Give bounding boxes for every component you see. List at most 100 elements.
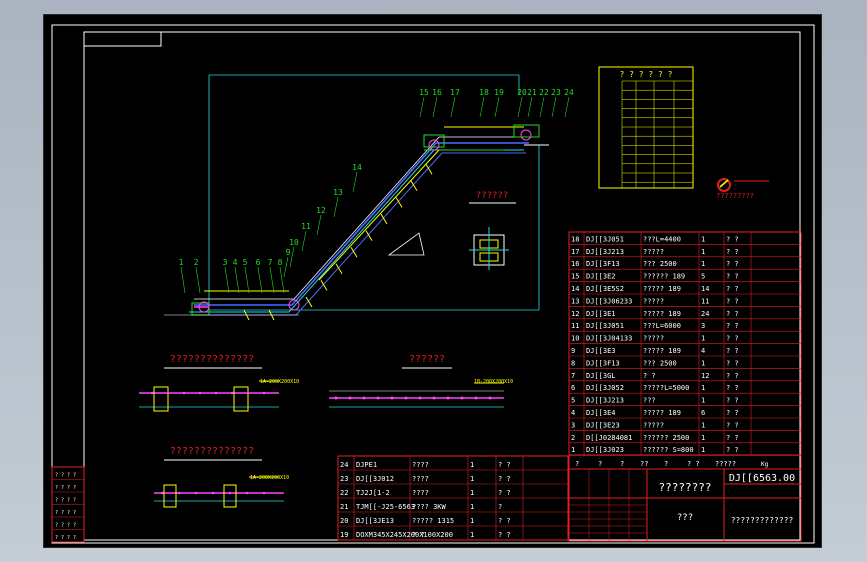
callout-leader — [244, 266, 250, 294]
parameter-table-title: ? ? ? ? ? ? — [620, 70, 673, 79]
parts-right-cell: ? ? — [726, 359, 739, 367]
callout-16: 16 — [432, 88, 442, 97]
section-note-1: 1A-200X200X10 — [260, 379, 299, 385]
bolt-dot — [376, 396, 380, 400]
parts-right-cell: ? ? — [726, 409, 739, 417]
callout-9: 9 — [286, 248, 291, 257]
small-block-cell: ? ? ? ? — [55, 510, 76, 516]
parts-right-cell: 1 — [701, 434, 705, 442]
bolt-dot — [160, 491, 164, 495]
section-sketch-3: 1A-200X200X10 — [154, 475, 289, 508]
parts-right-cell: 3 — [571, 421, 575, 429]
parts-right-cell: ? ? — [726, 297, 739, 305]
parts-left-cell: ? ? — [498, 517, 511, 525]
callout-15: 15 — [419, 88, 429, 97]
parts-right-cell: ????? — [643, 421, 664, 429]
bolt-dot — [404, 396, 408, 400]
parts-right-cell: DJ[[3E4 — [586, 409, 616, 417]
bolt-dot — [228, 491, 232, 495]
parts-left-cell: ???? — [412, 489, 429, 497]
parts-right-cell: ???L=4400 — [643, 235, 681, 243]
callout-leader — [551, 96, 557, 118]
section-sketch-1: 1A-200X200X10 — [139, 379, 299, 412]
bolt-dot — [262, 491, 266, 495]
title-header-cell: ????? — [715, 460, 736, 468]
parts-right-cell: ? ? — [726, 248, 739, 256]
callout-leader — [539, 96, 545, 118]
bolt-dot — [432, 396, 436, 400]
parts-right-cell: 14 — [701, 285, 709, 293]
parts-right-cell: 24 — [701, 310, 709, 318]
parts-left-cell: 19 — [340, 531, 348, 539]
small-block-cell: ? ? ? ? — [55, 473, 76, 479]
bottom-view-title: ?????????????? — [170, 446, 254, 457]
parts-right-cell: DJ[[3J213 — [586, 248, 624, 256]
parts-left-cell: DOXM345X245X200X100X200 — [356, 531, 453, 539]
section-sketch-2: 1B-200X200X10 — [329, 379, 513, 408]
parts-right-cell: 11 — [571, 322, 579, 330]
parts-right-cell: ????? 189 — [643, 310, 681, 318]
parts-left-cell: 1 — [470, 475, 474, 483]
parts-right-cell: ????? — [643, 297, 664, 305]
parts-left-cell: ? ? — [498, 531, 511, 539]
small-revision-block: ? ? ? ? ? ? ? ? ? ? ? ? ? ? ? ? ? ? ? ? ? ? ?… — [51, 466, 85, 543]
parts-right-cell: 4 — [701, 347, 705, 355]
callout-5: 5 — [243, 258, 248, 267]
title-block: ???????? DJ[[6563.00 ??? ????????????? K… — [568, 454, 802, 542]
parts-right-cell: ? ? — [726, 310, 739, 318]
parts-list-left: 24 DJPE1???? 1 ? ? 23 DJ[[3J012???? 1 ? ? 22 TJ2J… — [337, 455, 569, 541]
parts-right-cell: 18 — [571, 235, 579, 243]
bolt-dot — [182, 391, 186, 395]
callout-13: 13 — [333, 188, 343, 197]
parts-right-cell: DJ[[3J051 — [586, 322, 624, 330]
callout-leader — [316, 214, 322, 236]
callout-20: 20 — [517, 88, 527, 97]
callout-18: 18 — [479, 88, 489, 97]
parts-right-cell: 11 — [701, 297, 709, 305]
callout-leader — [269, 266, 275, 294]
parts-right-cell: D[[J0284081 — [586, 434, 632, 442]
parts-right-cell: DJ[[3J052 — [586, 384, 624, 392]
callout-leader — [494, 96, 500, 118]
parts-right-cell: ????? — [643, 248, 664, 256]
bolt-dot — [418, 396, 422, 400]
parameter-table: ? ? ? ? ? ? — [598, 66, 694, 189]
parts-right-cell: ? ? — [726, 421, 739, 429]
cad-viewport[interactable]: ? ? ? ?? ? ? ?? ? ? ?? ? ? ?? ? ? ?? ? ?… — [43, 14, 822, 548]
bolt-dot — [446, 396, 450, 400]
parts-left-cell: 23 — [340, 475, 348, 483]
section-a-title: ?????? — [476, 191, 509, 201]
parts-right-cell: ??? 2500 — [643, 359, 677, 367]
callout-leader — [564, 96, 570, 118]
parts-right-cell: 5 — [701, 273, 705, 281]
small-block-cell: ? ? ? ? — [55, 523, 76, 529]
parts-right-cell: ? ? — [726, 347, 739, 355]
parts-right-cell: 1 — [701, 384, 705, 392]
parts-right-cell: 14 — [571, 285, 579, 293]
callout-leader — [195, 266, 201, 294]
parts-right-cell: 6 — [701, 409, 705, 417]
weight-unit: Kg — [761, 461, 769, 468]
callout-leader — [527, 96, 533, 118]
callout-leader — [289, 246, 295, 268]
small-block-cell: ? ? ? ? — [55, 498, 76, 504]
parts-right-cell: 1 — [571, 446, 575, 454]
small-section-title: ?????? — [409, 354, 445, 365]
parts-left-cell: ???? — [412, 475, 429, 483]
parts-right-cell: DJ[[3E2 — [586, 273, 616, 281]
parts-left-cell: 22 — [340, 489, 348, 497]
parts-right-cell: 1 — [701, 359, 705, 367]
callout-leader — [257, 266, 263, 294]
callout-leader — [234, 266, 240, 294]
parts-right-cell: 1 — [701, 397, 705, 405]
small-block-cell: ? ? ? ? — [55, 485, 76, 491]
parts-left-cell: DJ[[3J012 — [356, 475, 394, 483]
parts-right-cell: ? ? — [726, 285, 739, 293]
parts-right-cell: DJ[[3E5S2 — [586, 285, 624, 293]
parts-right-cell: DJ[[3E1 — [586, 310, 616, 318]
callout-17: 17 — [450, 88, 460, 97]
callout-leader — [333, 196, 339, 218]
parts-left-cell: 1 — [470, 503, 474, 511]
bolt-dot — [150, 391, 154, 395]
title-header-cell: ? — [664, 460, 668, 468]
